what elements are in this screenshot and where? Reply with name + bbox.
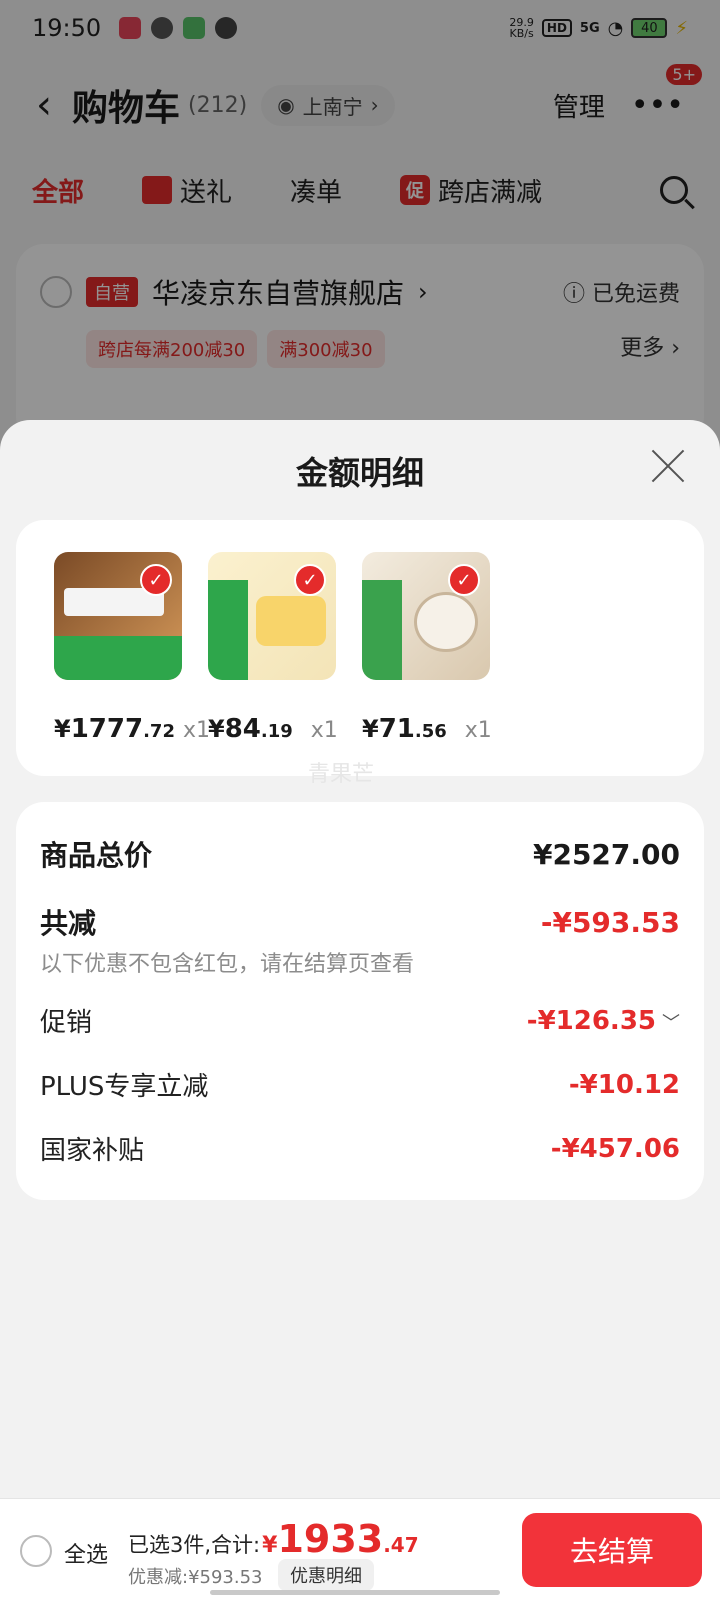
price-decimal: .56 [414,721,447,742]
promotion-label: 促销 [40,1008,93,1038]
totals-card: 商品总价 ¥2527.00 共减 -¥593.53 以下优惠不包含红包，请在结算… [16,802,704,1200]
plus-discount-row: PLUS专享立减 -¥10.12 [40,1066,680,1103]
goods-total-row: 商品总价 ¥2527.00 [40,834,680,874]
promotion-value-wrap: -¥126.35 ﹀ [527,1006,680,1036]
total-integer: 1933 [277,1517,384,1561]
total-decimal: .47 [383,1533,419,1557]
total-summary: 已选3件,合计: ¥ 1933 .47 [128,1517,419,1561]
product-thumbnail: ✓ [54,552,182,680]
checkout-button[interactable]: 去结算 [522,1513,702,1587]
product-thumbnail: ✓ [208,552,336,680]
product-thumbnail: ✓ [362,552,490,680]
checked-icon: ✓ [294,564,326,596]
price-integer: 1777 [70,714,144,744]
close-icon[interactable] [650,448,686,484]
price-integer: 84 [224,714,261,744]
price-currency: ¥ [362,715,379,743]
goods-total-label: 商品总价 [40,839,153,872]
product-item[interactable]: ✓ ¥ 1777 .72 x1 [54,552,210,744]
discount-note: 以下优惠不包含红包，请在结算页查看 [40,952,415,977]
total-discount-label: 共减 [40,907,97,940]
total-currency: ¥ [262,1533,278,1558]
selected-products-card: ✓ ¥ 1777 .72 x1 ✓ ¥ 84 .19 x1 ✓ ¥ 71 .56… [16,520,704,787]
product-item[interactable]: ✓ ¥ 84 .19 x1 [208,552,348,744]
product-item[interactable]: ✓ ¥ 71 .56 x1 [362,552,502,744]
national-subsidy-value: -¥457.06 [550,1133,680,1164]
home-indicator[interactable] [210,1590,500,1595]
total-discount-row: 共减 -¥593.53 [40,902,680,942]
discount-detail-button[interactable]: 优惠明细 [278,1559,374,1591]
selected-summary: 已选3件,合计: [128,1533,261,1557]
checked-icon: ✓ [140,564,172,596]
promotion-value: -¥126.35 [526,1005,656,1036]
national-subsidy-label: 国家补贴 [40,1136,145,1166]
goods-total-value: ¥2527.00 [532,837,680,871]
price-currency: ¥ [208,715,225,743]
plus-discount-value: -¥10.12 [568,1069,680,1100]
sheet-title: 金额明细 [295,454,424,492]
amount-detail-sheet: 金额明细 ✓ ¥ 1777 .72 x1 ✓ ¥ 84 .19 x1 ✓ ¥ 7… [0,420,720,1600]
discount-summary: 优惠减:¥593.53 [128,1567,263,1588]
watermark: 青果芒 [308,762,375,787]
price-decimal: .19 [260,721,293,742]
checkout-bar: 全选 已选3件,合计: ¥ 1933 .47 优惠减:¥593.53 优惠明细 … [0,1498,720,1600]
select-all-label[interactable]: 全选 [64,1537,108,1569]
price-decimal: .72 [143,721,175,742]
price-currency: ¥ [54,715,71,743]
quantity-label: x1 [310,718,338,743]
national-subsidy-row: 国家补贴 -¥457.06 [40,1130,680,1167]
chevron-down-icon[interactable]: ﹀ [662,1013,680,1034]
promotion-row[interactable]: 促销 -¥126.35 ﹀ [40,1002,680,1039]
checked-icon: ✓ [448,564,480,596]
total-discount-value: -¥593.53 [540,905,680,939]
select-all-radio[interactable] [20,1535,52,1567]
quantity-label: x1 [464,718,492,743]
plus-discount-label: PLUS专享立减 [40,1072,209,1102]
price-integer: 71 [378,714,415,744]
quantity-label: x1 [182,718,210,743]
